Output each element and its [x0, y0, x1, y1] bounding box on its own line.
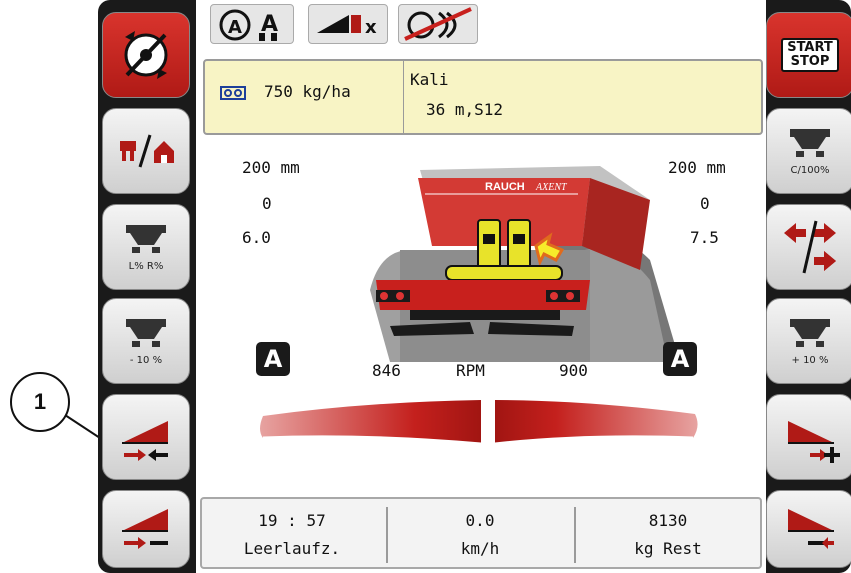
left-value-3: 6.0	[242, 228, 271, 247]
spreader-lr-button[interactable]: L% R%	[102, 204, 190, 290]
right-mode-letter: A	[670, 345, 690, 373]
left-disc-auto-badge: A	[256, 342, 290, 376]
left-right-arrows-icon	[784, 220, 836, 274]
disabled-sensor-icon	[404, 7, 472, 41]
boundary-left-out-button[interactable]	[102, 490, 190, 568]
right-disc-rpm: 900	[559, 361, 588, 380]
left-mode-letter: A	[263, 345, 283, 373]
brand-text: RAUCH	[485, 181, 525, 193]
rotate-button[interactable]	[102, 12, 190, 98]
spreader-machine-image: RAUCH AXENT	[370, 166, 680, 362]
remaining-label: kg Rest	[634, 539, 702, 558]
status-divider-1	[386, 507, 388, 563]
model-text: AXENT	[535, 182, 568, 193]
application-rate: 750 kg/ha	[264, 82, 351, 101]
right-value-3: 7.5	[690, 228, 719, 247]
boundary-right-out-button[interactable]	[766, 490, 851, 568]
boundary-right-out-icon	[788, 509, 834, 549]
spreader-x-icon: x	[317, 15, 377, 38]
top-icon-auto[interactable]: A A	[210, 4, 294, 44]
right-disc-auto-badge: A	[663, 342, 697, 376]
spreader-plus-icon	[790, 318, 830, 347]
fertilizer-name: Kali	[410, 70, 449, 89]
top-icon-spreader[interactable]: x	[308, 4, 388, 44]
info-divider	[403, 61, 404, 133]
stop-label: STOP	[790, 54, 830, 69]
start-stop-label: START STOP	[781, 38, 839, 72]
spreader-minus-button[interactable]: - 10 %	[102, 298, 190, 384]
field-home-icon	[120, 134, 174, 168]
rotate-spreader-icon	[124, 31, 168, 79]
left-drop-point: 200 mm	[242, 158, 300, 177]
spreader-reset-icon	[790, 128, 830, 157]
spreader-lr-sub: L% R%	[128, 260, 164, 272]
boundary-left-in-button[interactable]	[102, 394, 190, 480]
tape-icon	[220, 86, 246, 100]
boundary-left-out-icon	[122, 509, 168, 549]
spreader-plus-button[interactable]: + 10 %	[766, 298, 851, 384]
spreader-minus-icon	[126, 318, 166, 347]
top-icon-sensor[interactable]	[398, 4, 478, 44]
start-label: START	[787, 40, 833, 55]
svg-text:A: A	[228, 17, 242, 38]
spreader-plus-sub: + 10 %	[791, 354, 829, 366]
boundary-right-in-button[interactable]	[766, 394, 851, 480]
spreader-minus-sub: - 10 %	[129, 354, 163, 366]
svg-text:x: x	[365, 17, 377, 38]
left-value-2: 0	[262, 194, 272, 213]
rpm-label: RPM	[456, 361, 485, 380]
remaining-value: 8130	[648, 511, 688, 530]
speed-value: 0.0	[465, 511, 495, 530]
status-bar[interactable]: 19 : 57 Leerlaufz. 0.0 km/h 8130 kg Rest	[200, 497, 762, 569]
idle-time-label: Leerlaufz.	[243, 539, 341, 558]
spreader-reset-button[interactable]: C/100%	[766, 108, 851, 194]
spreader-lr-icon	[126, 224, 166, 253]
boundary-right-in-icon	[788, 421, 840, 463]
spread-pattern	[260, 400, 698, 446]
start-stop-button[interactable]: START STOP	[766, 12, 851, 98]
left-right-button[interactable]	[766, 204, 851, 290]
left-disc-rpm: 846	[372, 361, 401, 380]
idle-time-value: 19 : 57	[258, 511, 326, 530]
status-divider-2	[574, 507, 576, 563]
right-value-2: 0	[700, 194, 710, 213]
spreader-reset-sub: C/100%	[790, 164, 830, 176]
working-width-disc: 36 m,S12	[426, 100, 504, 119]
field-home-button[interactable]	[102, 108, 190, 194]
auto-mode-a-icon: A A	[219, 9, 278, 41]
boundary-left-in-icon	[122, 421, 168, 461]
speed-label: km/h	[460, 539, 500, 558]
